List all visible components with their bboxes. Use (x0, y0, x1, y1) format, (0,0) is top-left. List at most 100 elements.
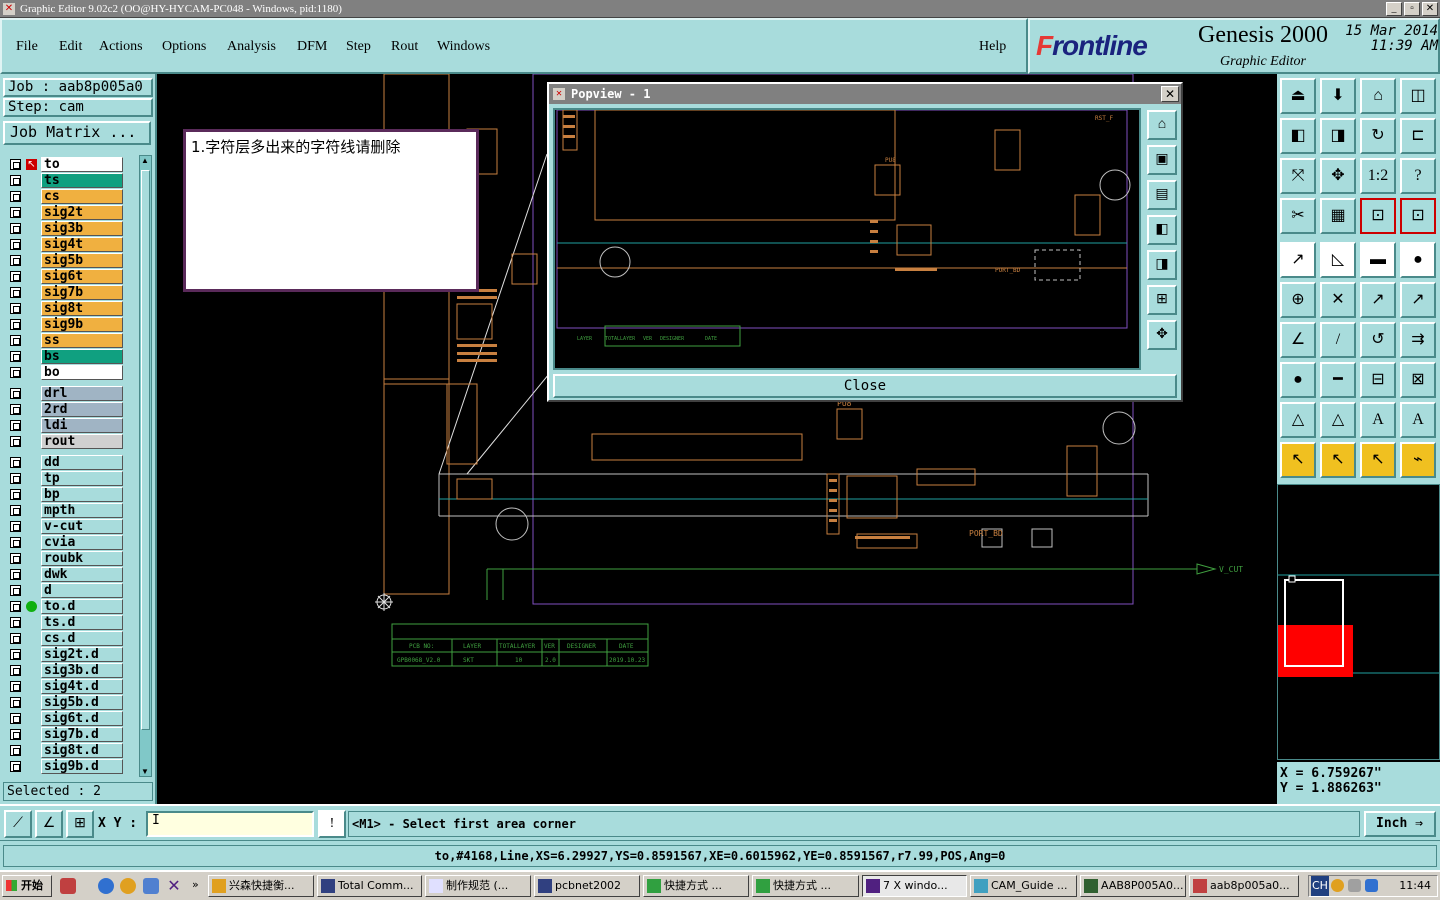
layer-name[interactable]: sig8t.d (41, 743, 123, 758)
zoom-center-icon[interactable]: ✥ (1320, 158, 1356, 194)
layer-row[interactable]: rout (5, 434, 139, 449)
layer-row[interactable]: cs (5, 189, 139, 204)
layer-name[interactable]: roubk (41, 551, 123, 566)
layer-row[interactable]: bs (5, 349, 139, 364)
layer-checkbox[interactable] (10, 457, 21, 468)
ruler-icon[interactable]: ▬ (1360, 242, 1396, 278)
layer-name[interactable]: cs.d (41, 631, 123, 646)
layer-row[interactable]: cs.d (5, 631, 139, 646)
select-box-icon[interactable]: ↖ (1320, 442, 1356, 478)
pick-red-icon[interactable]: ↗ (1400, 282, 1436, 318)
taskbar-item[interactable]: 制作规范 (... (425, 875, 531, 897)
layer-name[interactable]: sig5b (41, 253, 123, 268)
layer-row[interactable]: sig7b.d (5, 727, 139, 742)
pv-fit-icon[interactable]: ⊞ (1147, 285, 1177, 315)
alert-icon[interactable]: ! (318, 810, 346, 838)
layer-red2-icon[interactable]: ⊡ (1400, 198, 1436, 234)
pv-center-icon[interactable]: ✥ (1147, 320, 1177, 350)
menu-edit[interactable]: Edit (59, 39, 82, 55)
layer-checkbox[interactable] (10, 404, 21, 415)
help-icon[interactable]: ? (1400, 158, 1436, 194)
layer-row[interactable]: roubk (5, 551, 139, 566)
layer-row[interactable]: d (5, 583, 139, 598)
layer-row[interactable]: sig6t (5, 269, 139, 284)
layer-name[interactable]: d (41, 583, 123, 598)
taskbar-item[interactable]: 7 X windo... (862, 875, 967, 897)
xy-input[interactable]: I (146, 811, 314, 837)
menu-options[interactable]: Options (162, 39, 206, 55)
pv-zoom-out-icon[interactable]: ▤ (1147, 180, 1177, 210)
move-icon[interactable]: ↗ (1280, 242, 1316, 278)
pan-right-icon[interactable]: ◨ (1320, 118, 1356, 154)
menu-step[interactable]: Step (346, 39, 371, 55)
affected-dot-icon[interactable] (26, 601, 37, 612)
layer-checkbox[interactable] (10, 223, 21, 234)
zoom-fit-icon[interactable]: ⬇ (1320, 78, 1356, 114)
layer-name[interactable]: 2rd (41, 402, 123, 417)
layer-row[interactable]: bo (5, 365, 139, 380)
scroll-up-icon[interactable]: ▲ (141, 156, 149, 165)
layer-checkbox[interactable] (10, 255, 21, 266)
layer-name[interactable]: bs (41, 349, 123, 364)
layer-checkbox[interactable] (10, 159, 21, 170)
quicklaunch-app-icon[interactable] (60, 878, 76, 894)
layer-name[interactable]: cvia (41, 535, 123, 550)
center-line-icon[interactable]: ━ (1320, 362, 1356, 398)
layer-checkbox[interactable] (10, 335, 21, 346)
layer-checkbox[interactable] (10, 489, 21, 500)
layer-checkbox[interactable] (10, 681, 21, 692)
layer-checkbox[interactable] (10, 713, 21, 724)
taskbar-item[interactable]: CAM_Guide ... (970, 875, 1077, 897)
layer-name[interactable]: drl (41, 386, 123, 401)
layer-row[interactable]: sig3b.d (5, 663, 139, 678)
layer-row[interactable]: sig7b (5, 285, 139, 300)
layer-name[interactable]: to (41, 157, 123, 172)
measure-icon[interactable]: ◺ (1320, 242, 1356, 278)
layer-name[interactable]: tp (41, 471, 123, 486)
layer-checkbox[interactable] (10, 351, 21, 362)
overview-panel[interactable] (1277, 484, 1440, 760)
route-icon[interactable]: ⌁ (1400, 442, 1436, 478)
menu-rout[interactable]: Rout (391, 39, 418, 55)
popview-titlebar[interactable]: ✕ Popview - 1 (549, 84, 1181, 104)
layer-name[interactable]: sig6t (41, 269, 123, 284)
layer-row[interactable]: ts.d (5, 615, 139, 630)
layer-red-icon[interactable]: ⊡ (1360, 198, 1396, 234)
popview-close-icon[interactable]: ✕ (1161, 86, 1179, 102)
work-layer-icon[interactable]: ↖ (26, 159, 37, 170)
layer-name[interactable]: sig5b.d (41, 695, 123, 710)
layer-row[interactable]: sig2t (5, 205, 139, 220)
layer-checkbox[interactable] (10, 505, 21, 516)
zoom-page-icon[interactable]: ⌂ (1360, 78, 1396, 114)
layer-name[interactable]: dwk (41, 567, 123, 582)
more-icon[interactable]: » (192, 878, 199, 891)
taskbar-item[interactable]: 快捷方式 ... (752, 875, 859, 897)
red-node-icon[interactable]: ● (1280, 362, 1316, 398)
layer-checkbox[interactable] (10, 191, 21, 202)
ie-icon[interactable] (98, 878, 114, 894)
layer-name[interactable]: ldi (41, 418, 123, 433)
layer-name[interactable]: mpth (41, 503, 123, 518)
units-select[interactable]: Inch ⇒ (1364, 811, 1436, 837)
redraw-icon[interactable]: ⊏ (1400, 118, 1436, 154)
layer-checkbox[interactable] (10, 239, 21, 250)
pad-icon[interactable]: ● (1400, 242, 1436, 278)
layer-checkbox[interactable] (10, 207, 21, 218)
select-net-icon[interactable]: ↖ (1360, 442, 1396, 478)
layer-checkbox[interactable] (10, 585, 21, 596)
layer-scrollbar[interactable]: ▲ ▼ (139, 155, 152, 777)
layer-row[interactable]: cvia (5, 535, 139, 550)
close-window-button[interactable]: ✕ (1422, 2, 1438, 16)
layer-name[interactable]: v-cut (41, 519, 123, 534)
layer-row[interactable]: sig2t.d (5, 647, 139, 662)
layer-name[interactable]: cs (41, 189, 123, 204)
layer-name[interactable]: sig4t.d (41, 679, 123, 694)
layer-checkbox[interactable] (10, 303, 21, 314)
layer-row[interactable]: ldi (5, 418, 139, 433)
zoom-home-icon[interactable]: ⏏ (1280, 78, 1316, 114)
layer-checkbox[interactable] (10, 287, 21, 298)
taskbar-item[interactable]: 兴森快捷衡... (208, 875, 314, 897)
layer-row[interactable]: drl (5, 386, 139, 401)
layer-name[interactable]: sig9b (41, 317, 123, 332)
layer-row[interactable]: sig6t.d (5, 711, 139, 726)
